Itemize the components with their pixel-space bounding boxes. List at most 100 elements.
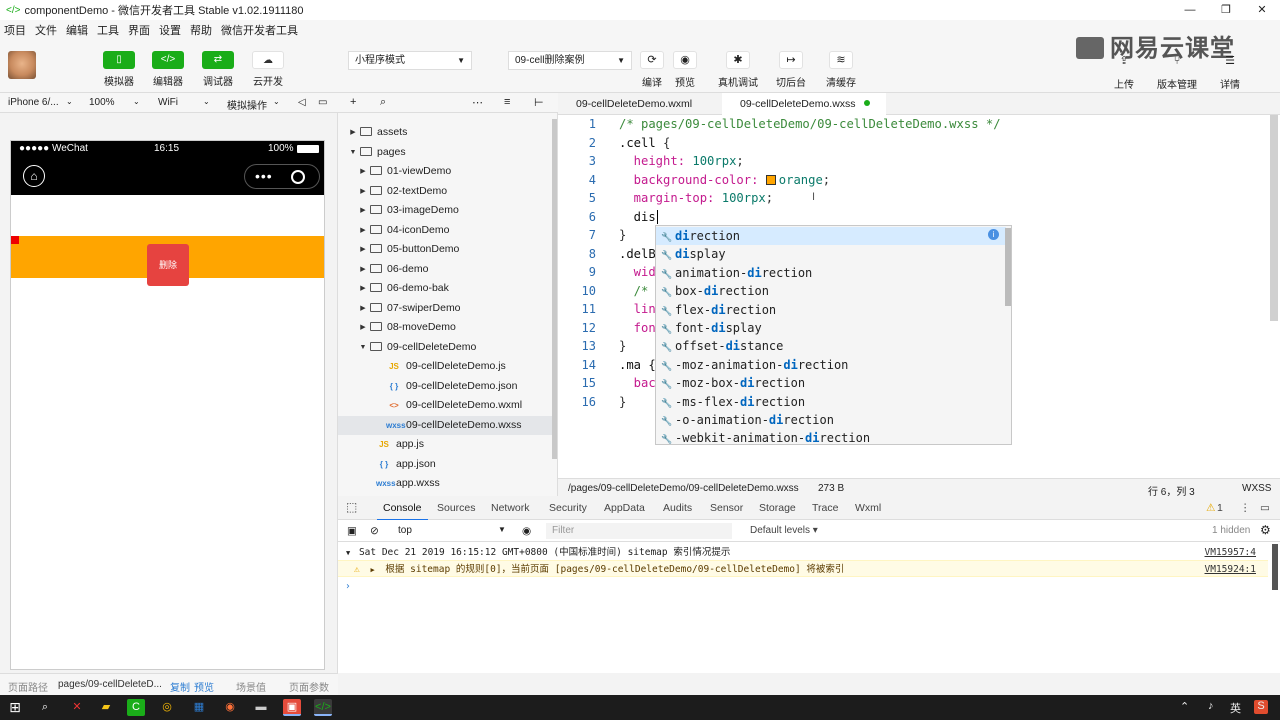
- suggestion-item[interactable]: 🔧 -o-animation-direction: [656, 411, 1006, 429]
- more-icon[interactable]: ⋯: [472, 96, 483, 109]
- tree-item[interactable]: { } app.json: [338, 455, 552, 474]
- inspect-icon[interactable]: ⬚: [346, 500, 357, 514]
- background-button[interactable]: ↦ 切后台: [771, 51, 811, 89]
- menu-devtools[interactable]: 微信开发者工具: [221, 22, 298, 38]
- tab-wxss[interactable]: 09-cellDeleteDemo.wxss: [722, 93, 886, 115]
- tab-security[interactable]: Security: [549, 502, 587, 514]
- tree-item[interactable]: { } 09-cellDeleteDemo.json: [338, 377, 552, 396]
- tree-item[interactable]: ▶ 02-textDemo: [338, 182, 552, 201]
- more-vertical-icon[interactable]: ⋮: [1240, 502, 1251, 514]
- context-select[interactable]: top: [398, 525, 412, 536]
- tab-audits[interactable]: Audits: [663, 502, 692, 514]
- close-circle-icon[interactable]: [291, 170, 305, 184]
- preview-button[interactable]: ◉ 预览: [665, 51, 705, 89]
- tree-item[interactable]: JS 09-cellDeleteDemo.js: [338, 357, 552, 376]
- app-icon[interactable]: C: [127, 699, 145, 716]
- editor-button[interactable]: </> 编辑器: [148, 51, 188, 88]
- simulator-button[interactable]: ▯ 模拟器: [99, 51, 139, 88]
- preview-link[interactable]: 预览: [194, 679, 214, 694]
- tree-item[interactable]: wxssapp.wxss: [338, 474, 552, 493]
- tree-item[interactable]: ▶ 04-iconDemo: [338, 221, 552, 240]
- chevron-right-icon[interactable]: ▶: [358, 221, 368, 240]
- tree-item[interactable]: ▶ assets: [338, 123, 552, 142]
- chevron-right-icon[interactable]: ▶: [358, 279, 368, 298]
- clear-console-icon[interactable]: ⊘: [370, 525, 379, 537]
- more-icon[interactable]: •••: [255, 169, 273, 183]
- suggestion-item[interactable]: 🔧 font-display: [656, 319, 1006, 337]
- search-icon[interactable]: ⌕: [380, 96, 386, 109]
- zoom-select[interactable]: 100%: [89, 97, 115, 108]
- chevron-up-icon[interactable]: ⌃: [1180, 700, 1189, 713]
- suggestion-item[interactable]: 🔧 -webkit-animation-direction: [656, 429, 1006, 447]
- home-icon[interactable]: ⌂: [23, 165, 45, 187]
- suggestion-item[interactable]: 🔧 box-direction: [656, 282, 1006, 300]
- app-icon[interactable]: ✕: [68, 699, 86, 716]
- warning-count[interactable]: 1: [1217, 502, 1223, 514]
- chevron-down-icon[interactable]: ▼: [348, 143, 358, 162]
- chevron-right-icon[interactable]: ▶: [358, 299, 368, 318]
- tab-sources[interactable]: Sources: [437, 502, 476, 514]
- tree-item[interactable]: ▶ 05-buttonDemo: [338, 240, 552, 259]
- menu-file[interactable]: 文件: [35, 22, 57, 38]
- terminal-icon[interactable]: ▬: [252, 699, 270, 716]
- remote-debug-button[interactable]: ✱ 真机调试: [718, 51, 758, 89]
- sidebar-toggle-icon[interactable]: ▣: [347, 525, 357, 537]
- tree-item[interactable]: ▶ 07-swiperDemo: [338, 299, 552, 318]
- minimize-icon[interactable]: —: [1172, 0, 1208, 20]
- app-tray-icon[interactable]: S: [1254, 700, 1268, 714]
- suggestion-item[interactable]: 🔧 -moz-animation-direction: [656, 356, 1006, 374]
- chevron-down-icon[interactable]: ▼: [358, 338, 368, 357]
- maximize-icon[interactable]: ❐: [1208, 0, 1244, 20]
- device-select[interactable]: iPhone 6/...: [8, 97, 59, 108]
- menu-edit[interactable]: 编辑: [66, 22, 88, 38]
- suggestion-item[interactable]: 🔧 display: [656, 245, 1006, 263]
- add-icon[interactable]: +: [350, 96, 356, 108]
- folder-icon[interactable]: ▰: [97, 699, 115, 716]
- collapse-icon[interactable]: ≡: [504, 96, 510, 108]
- tree-item[interactable]: JS app.js: [338, 435, 552, 454]
- cloud-button[interactable]: ☁ 云开发: [248, 51, 288, 88]
- scrollbar[interactable]: [552, 119, 557, 459]
- simulate-op-select[interactable]: 模拟操作: [227, 97, 267, 112]
- chevron-right-icon[interactable]: ▶: [358, 260, 368, 279]
- filter-input[interactable]: Filter: [546, 523, 732, 539]
- menu-project[interactable]: 项目: [4, 22, 26, 38]
- menu-tools[interactable]: 工具: [97, 22, 119, 38]
- tab-trace[interactable]: Trace: [812, 502, 838, 514]
- layout-icon[interactable]: ⊢: [534, 96, 544, 109]
- tab-wxml[interactable]: 09-cellDeleteDemo.wxml: [558, 93, 718, 115]
- menu-help[interactable]: 帮助: [190, 22, 212, 38]
- editor-scrollbar[interactable]: [1270, 115, 1278, 321]
- details-button[interactable]: ☰ 详情: [1210, 53, 1250, 91]
- avatar[interactable]: [8, 51, 36, 79]
- chevron-right-icon[interactable]: ▶: [358, 201, 368, 220]
- chevron-right-icon[interactable]: ▶: [358, 162, 368, 181]
- close-icon[interactable]: ✕: [1244, 0, 1280, 20]
- delete-button[interactable]: 删除: [147, 244, 189, 286]
- tree-item[interactable]: <> 09-cellDeleteDemo.wxml: [338, 396, 552, 415]
- scene-value[interactable]: 场景值: [236, 679, 266, 694]
- tree-item[interactable]: wxss09-cellDeleteDemo.wxss: [338, 415, 552, 435]
- console-scrollbar[interactable]: [1272, 544, 1278, 590]
- suggest-scrollbar[interactable]: [1005, 228, 1011, 306]
- tree-item[interactable]: ▶ 03-imageDemo: [338, 201, 552, 220]
- suggestion-item[interactable]: 🔧 -moz-box-direction: [656, 374, 1006, 392]
- tree-item[interactable]: ▶ 01-viewDemo: [338, 162, 552, 181]
- menu-view[interactable]: 界面: [128, 22, 150, 38]
- suggestion-item[interactable]: 🔧 flex-direction: [656, 301, 1006, 319]
- app-icon[interactable]: ▣: [283, 699, 301, 716]
- tree-item[interactable]: ▼ pages: [338, 143, 552, 162]
- tab-appdata[interactable]: AppData: [604, 502, 645, 514]
- clear-cache-button[interactable]: ≋ 清缓存: [821, 51, 861, 89]
- tab-sensor[interactable]: Sensor: [710, 502, 743, 514]
- upload-button[interactable]: ⇪ 上传: [1104, 53, 1144, 91]
- language-mode[interactable]: WXSS: [1242, 483, 1271, 494]
- rotate-icon[interactable]: ▭: [318, 97, 327, 108]
- chevron-right-icon[interactable]: ▶: [358, 318, 368, 337]
- chrome-icon[interactable]: ◎: [158, 699, 176, 716]
- eye-icon[interactable]: ◉: [522, 525, 531, 537]
- network-select[interactable]: WiFi: [158, 97, 178, 108]
- color-swatch[interactable]: [765, 174, 776, 185]
- chevron-right-icon[interactable]: ▶: [348, 123, 358, 142]
- debugger-button[interactable]: ⇄ 调试器: [198, 51, 238, 88]
